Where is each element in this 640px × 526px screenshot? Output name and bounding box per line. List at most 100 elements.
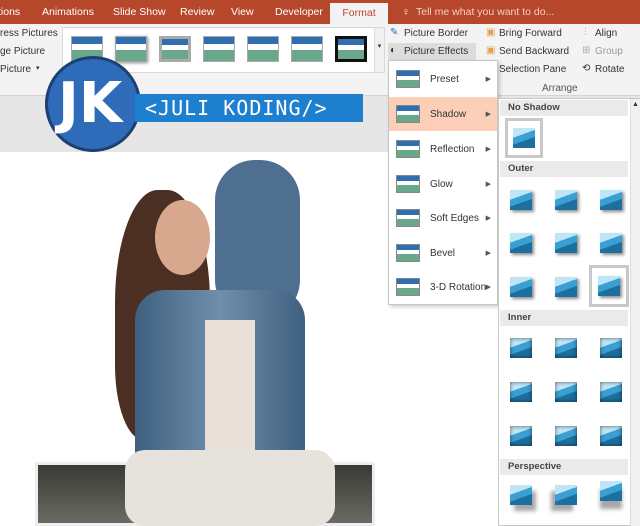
reflection-icon [396, 140, 420, 158]
bevel-icon [396, 244, 420, 262]
menu-label: 3-D Rotation [430, 281, 487, 293]
perspective-shadow-option[interactable] [600, 481, 622, 501]
menu-label: Soft Edges [430, 212, 479, 224]
reset-picture-button[interactable]: Picture [0, 64, 31, 75]
rotate-icon: ⟲ [582, 63, 591, 74]
shirt [205, 320, 255, 450]
send-backward-button[interactable]: Send Backward [499, 46, 569, 57]
picture-style-thumb[interactable] [247, 36, 279, 62]
picture-style-thumb[interactable] [203, 36, 235, 62]
group-icon: ⊞ [582, 45, 591, 56]
slide-photo [35, 150, 380, 526]
3d-rotation-icon [396, 278, 420, 296]
section-outer: Outer [500, 161, 628, 177]
tab-review[interactable]: Review [180, 6, 214, 18]
panel-scrollbar[interactable]: ▲ [630, 99, 640, 526]
outer-shadow-option[interactable] [510, 277, 532, 297]
tab-slide-show[interactable]: Slide Show [113, 6, 166, 18]
tab-developer[interactable]: Developer [275, 6, 323, 18]
tab-transitions[interactable]: tions [0, 6, 20, 18]
picture-style-thumb[interactable] [335, 36, 367, 62]
compress-pictures-button[interactable]: ress Pictures [0, 28, 58, 39]
menu-item-preset[interactable]: Preset ▶ [389, 62, 497, 96]
section-inner: Inner [500, 310, 628, 326]
section-perspective: Perspective [500, 459, 628, 475]
menu-item-glow[interactable]: Glow ▶ [389, 167, 497, 201]
menu-item-reflection[interactable]: Reflection ▶ [389, 132, 497, 166]
logo-text: JK [58, 71, 123, 136]
menu-label: Bevel [430, 247, 456, 259]
chevron-right-icon: ▶ [485, 181, 491, 188]
bring-forward-button[interactable]: Bring Forward [499, 28, 562, 39]
selection-pane-button[interactable]: Selection Pane [499, 64, 566, 75]
menu-label: Preset [430, 73, 459, 85]
menu-label: Shadow [430, 108, 467, 120]
jeans [125, 450, 335, 526]
inner-shadow-option[interactable] [555, 382, 577, 402]
picture-style-thumb[interactable] [115, 36, 147, 62]
soft-edges-icon [396, 209, 420, 227]
inner-shadow-option[interactable] [555, 338, 577, 358]
brand-banner: <JULI KODING/> [135, 94, 363, 122]
rotate-button[interactable]: Rotate [595, 64, 624, 75]
shadow-thumb [513, 128, 535, 148]
outer-shadow-option[interactable] [555, 233, 577, 253]
bring-forward-icon: ▣ [486, 27, 496, 38]
send-backward-icon: ▣ [486, 45, 496, 56]
preset-icon [396, 70, 420, 88]
menu-item-shadow[interactable]: Shadow ▶ [389, 97, 497, 131]
outer-shadow-option[interactable] [555, 190, 577, 210]
picture-effects-label: Picture Effects [404, 46, 469, 57]
inner-shadow-option[interactable] [510, 382, 532, 402]
gallery-scroll-button[interactable]: ▾ [374, 28, 384, 72]
no-shadow-option[interactable] [505, 118, 543, 158]
menu-item-3d-rotation[interactable]: 3-D Rotation ▶ [389, 270, 497, 304]
picture-effects-button[interactable]: ◐ Picture Effects [388, 43, 476, 61]
chevron-right-icon: ▶ [485, 146, 491, 153]
change-picture-button[interactable]: ge Picture [0, 46, 45, 57]
perspective-shadow-option[interactable] [510, 485, 532, 505]
tab-animations[interactable]: Animations [42, 6, 94, 18]
arrange-group-label: Arrange [542, 83, 578, 94]
picture-effects-icon: ◐ [390, 45, 397, 56]
tab-view[interactable]: View [231, 6, 254, 18]
inner-shadow-option[interactable] [510, 426, 532, 446]
scroll-up-icon[interactable]: ▲ [632, 101, 639, 108]
glow-icon [396, 175, 420, 193]
shadow-thumb [598, 276, 620, 296]
menu-label: Reflection [430, 143, 475, 155]
group-button[interactable]: Group [595, 46, 623, 57]
outer-shadow-option[interactable] [510, 190, 532, 210]
chevron-right-icon: ▶ [485, 111, 491, 118]
perspective-shadow-option[interactable] [555, 485, 577, 505]
ribbon-tab-bar: tions Animations Slide Show Review View … [0, 0, 640, 24]
align-button[interactable]: Align [595, 28, 617, 39]
inner-shadow-option[interactable] [600, 382, 622, 402]
shadow-icon [396, 105, 420, 123]
picture-border-button[interactable]: Picture Border [404, 28, 468, 39]
picture-style-thumb[interactable] [291, 36, 323, 62]
outer-shadow-option-hovered[interactable] [589, 265, 629, 307]
outer-shadow-option[interactable] [600, 233, 622, 253]
inner-shadow-option[interactable] [555, 426, 577, 446]
outer-shadow-option[interactable] [600, 190, 622, 210]
inner-shadow-option[interactable] [600, 338, 622, 358]
menu-label: Glow [430, 178, 453, 190]
menu-item-bevel[interactable]: Bevel ▶ [389, 236, 497, 270]
face [155, 200, 210, 275]
chevron-right-icon: ▶ [485, 250, 491, 257]
tell-me-input[interactable]: Tell me what you want to do... [416, 6, 554, 18]
inner-shadow-option[interactable] [510, 338, 532, 358]
chevron-down-icon: ▾ [36, 65, 40, 72]
chevron-right-icon: ▶ [485, 215, 491, 222]
chevron-right-icon: ▶ [485, 284, 491, 291]
jk-logo: JK [45, 56, 141, 152]
menu-item-soft-edges[interactable]: Soft Edges ▶ [389, 201, 497, 235]
outer-shadow-option[interactable] [510, 233, 532, 253]
picture-effects-menu: Preset ▶ Shadow ▶ Reflection ▶ Glow ▶ Soft E… [388, 60, 498, 305]
outer-shadow-option[interactable] [555, 277, 577, 297]
inner-shadow-option[interactable] [600, 426, 622, 446]
picture-style-thumb[interactable] [159, 36, 191, 62]
shadow-gallery-panel: No Shadow Outer Inner Perspective [498, 98, 640, 526]
tab-format[interactable]: Format [330, 3, 388, 24]
